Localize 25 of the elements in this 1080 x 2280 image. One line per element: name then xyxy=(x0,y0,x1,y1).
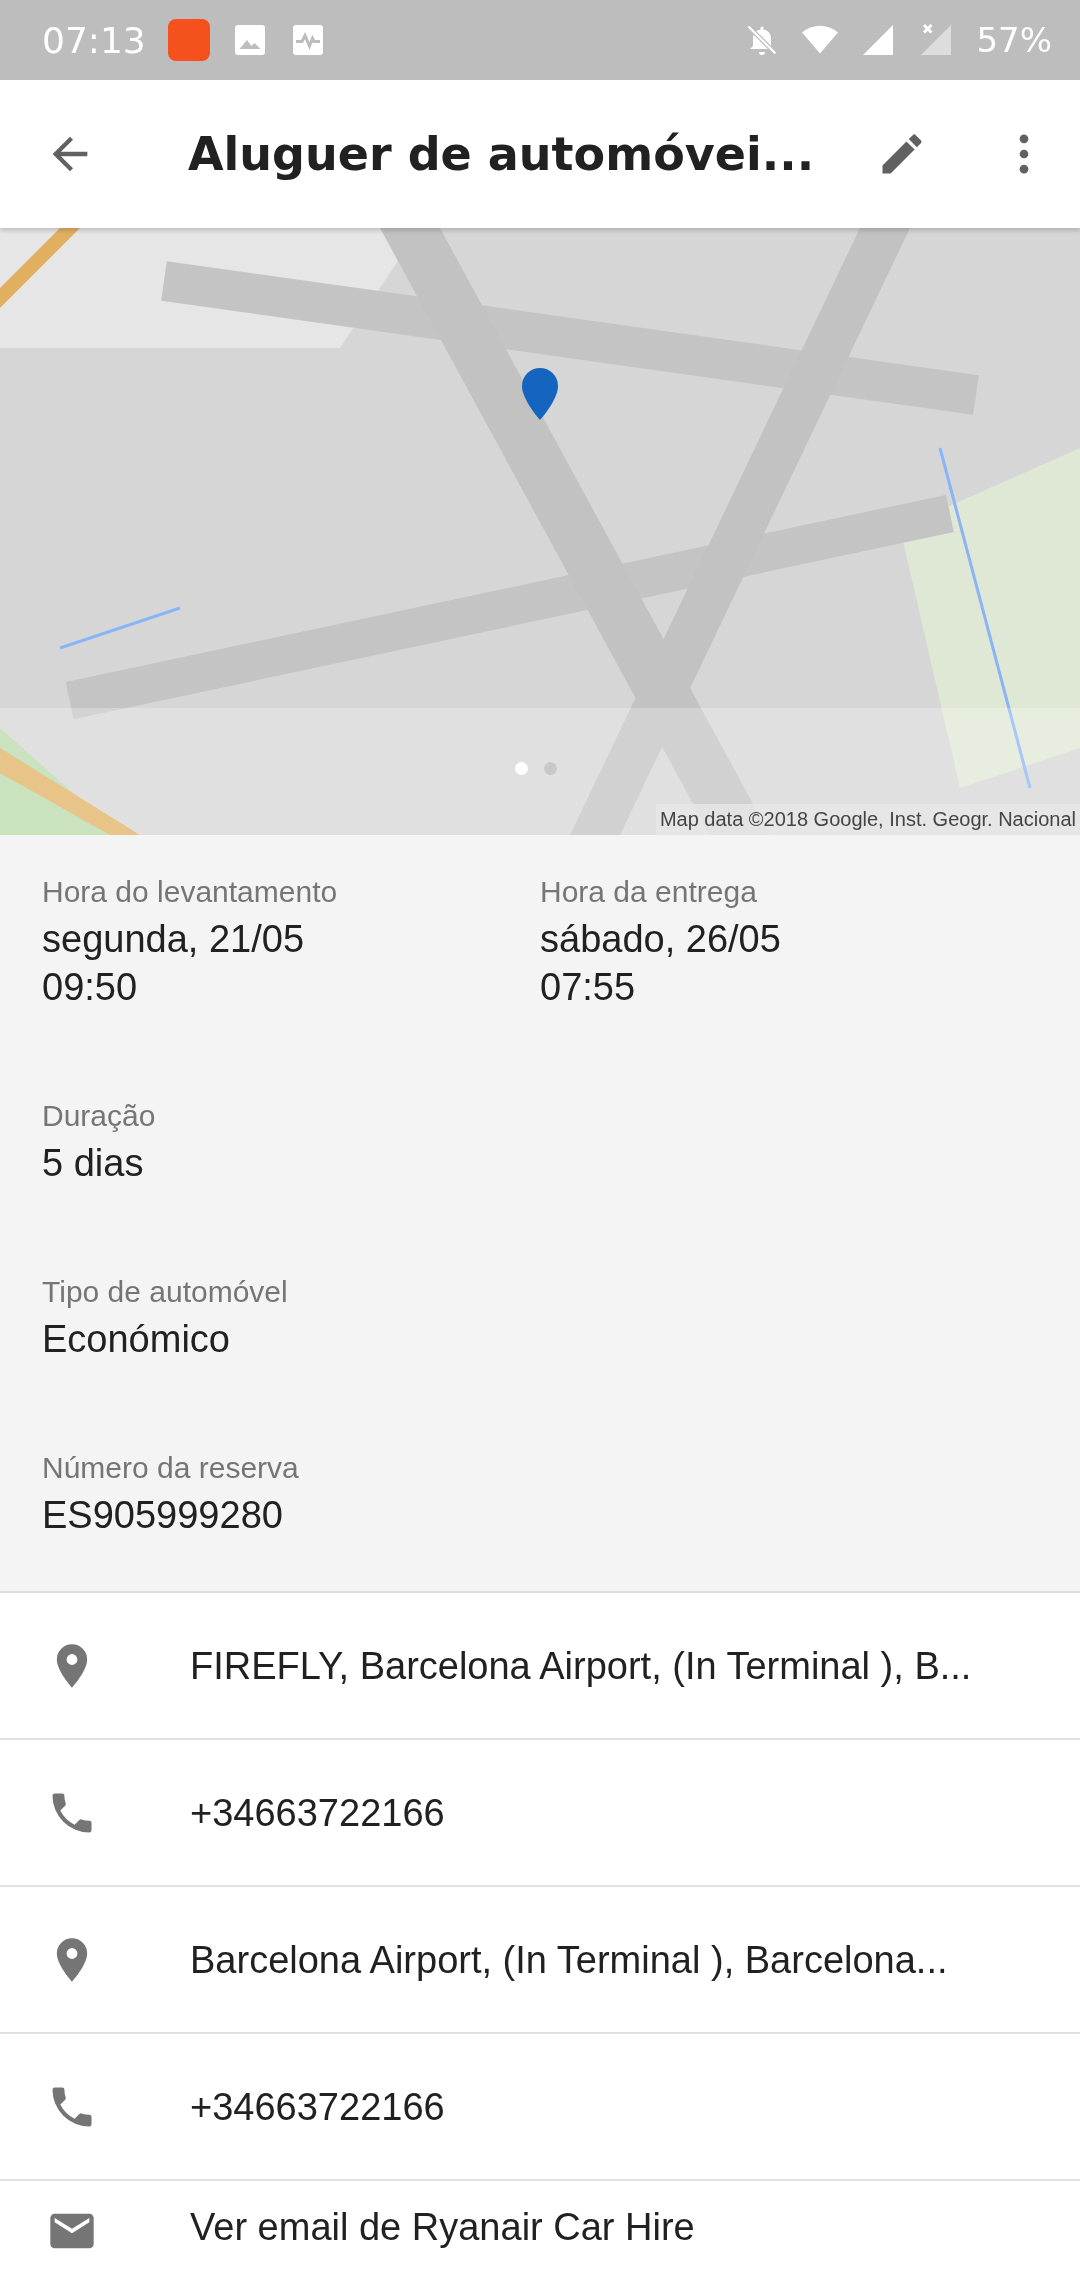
detail-value: 5 dias xyxy=(42,1141,145,1186)
map-attribution: Map data ©2018 Google, Inst. Geogr. Nacional xyxy=(655,804,1080,835)
contact-text: Barcelona Airport, (In Terminal ), Barcelona... xyxy=(190,1937,948,1982)
contact-text: FIREFLY, Barcelona Airport, (In Terminal ), B... xyxy=(190,1643,972,1688)
detail-label: Hora do levantamento xyxy=(42,875,339,909)
detail-value: segunda, 21/05 09:50 xyxy=(42,917,305,1010)
screen-title: Aluguer de automóvei... xyxy=(188,127,816,181)
status-time: 07:13 xyxy=(42,19,146,61)
detail-value: ES905999280 xyxy=(42,1493,284,1538)
contact-row[interactable]: +34663722166 xyxy=(0,1740,1080,1887)
contact-row[interactable]: FIREFLY, Barcelona Airport, (In Terminal ), B... xyxy=(0,1593,1080,1740)
detail-label: Duração xyxy=(42,1099,157,1133)
detail-label: Hora da entrega xyxy=(540,875,758,909)
app-notification-icon xyxy=(167,19,210,61)
detail-label: Tipo de automóvel xyxy=(42,1275,289,1309)
battery-level: 57% xyxy=(976,20,1052,60)
contact-row[interactable]: Ver email de Ryanair Car Hire xyxy=(0,2181,1080,2280)
contact-text: Ver email de Ryanair Car Hire xyxy=(190,2205,695,2249)
contact-text: +34663722166 xyxy=(190,1790,445,1835)
contact-row[interactable]: Barcelona Airport, (In Terminal ), Barcelona... xyxy=(0,1887,1080,2034)
detail-label: Número da reserva xyxy=(42,1451,300,1485)
contact-text: +34663722166 xyxy=(190,2084,445,2129)
detail-value: Económico xyxy=(42,1317,231,1362)
detail-value: sábado, 26/05 07:55 xyxy=(540,917,782,1010)
contact-row[interactable]: +34663722166 xyxy=(0,2034,1080,2181)
